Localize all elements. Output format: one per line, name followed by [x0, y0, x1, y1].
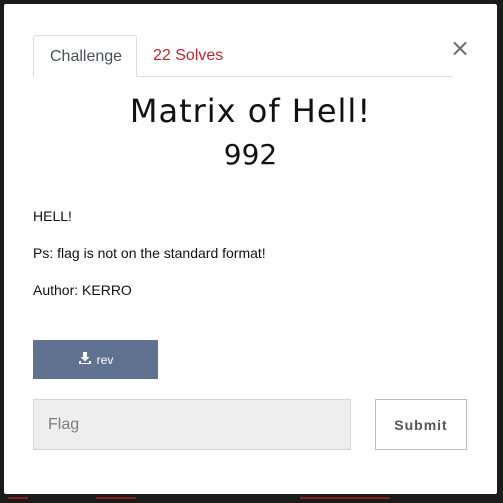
file-download-button[interactable]: rev [33, 340, 158, 379]
submit-button[interactable]: Submit [375, 399, 467, 450]
backdrop-decoration [300, 497, 390, 499]
challenge-points: 992 [223, 138, 278, 171]
backdrop-decoration [96, 497, 136, 499]
description-line: HELL! [33, 208, 72, 224]
challenge-modal: Challenge 22 Solves × Matrix of Hell! 99… [4, 4, 497, 494]
description-line: Ps: flag is not on the standard format! [33, 245, 266, 261]
tab-challenge[interactable]: Challenge [33, 35, 137, 77]
tab-solves[interactable]: 22 Solves [137, 35, 239, 76]
file-label: rev [96, 352, 114, 367]
flag-input[interactable] [33, 399, 351, 450]
backdrop-decoration [8, 497, 28, 499]
download-icon [78, 351, 92, 368]
close-icon[interactable]: × [450, 36, 470, 60]
author-line: Author: KERRO [33, 282, 132, 298]
modal-tabs: Challenge 22 Solves [33, 35, 453, 77]
challenge-title: Matrix of Hell! [129, 92, 372, 130]
